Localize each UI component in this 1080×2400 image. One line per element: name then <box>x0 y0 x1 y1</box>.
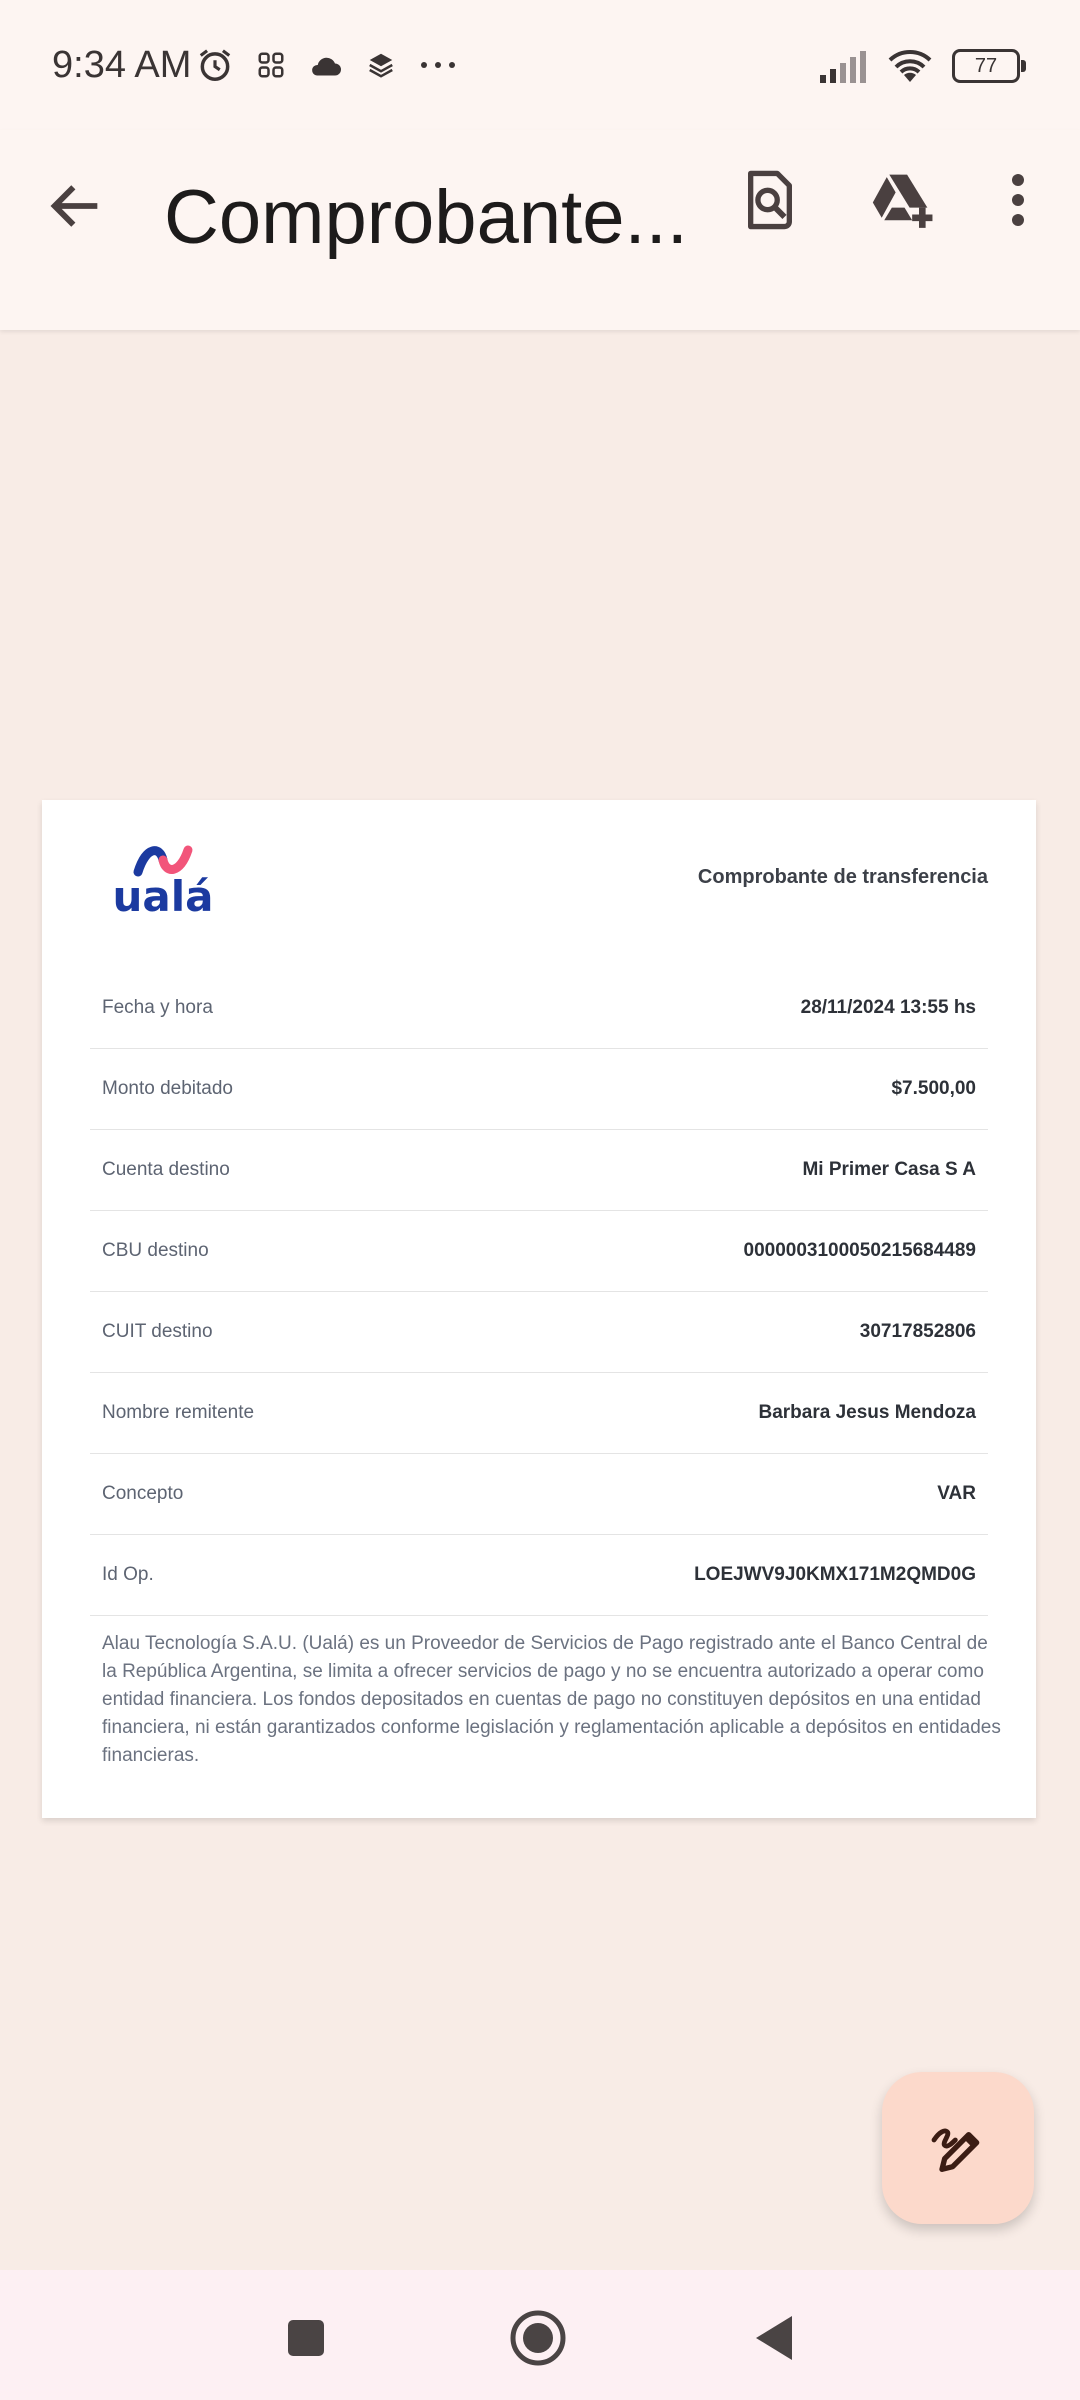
legal-disclaimer: Alau Tecnología S.A.U. (Ualá) es un Prov… <box>102 1633 1001 1766</box>
detail-label: Concepto <box>102 1483 184 1504</box>
cloud-icon <box>312 57 341 76</box>
detail-label: Cuenta destino <box>102 1159 230 1180</box>
detail-value: Barbara Jesus Mendoza <box>758 1402 976 1423</box>
back-button[interactable] <box>44 174 108 238</box>
status-time: 9:34 AM <box>52 44 192 86</box>
more-vert-icon <box>1012 174 1024 226</box>
detail-value: LOEJWV9J0KMX171M2QMD0G <box>694 1564 976 1585</box>
home-button[interactable] <box>508 2308 568 2368</box>
recents-square-icon <box>288 2320 324 2356</box>
more-options-button[interactable] <box>978 160 1058 240</box>
logo-wordmark: ualá <box>112 872 214 921</box>
detail-value: 0000003100050215684489 <box>743 1240 976 1261</box>
document-page: ualá Comprobante de transferencia Fecha … <box>42 800 1036 1818</box>
home-circle-icon <box>510 2310 566 2366</box>
document-search-icon <box>748 170 792 230</box>
detail-value: 30717852806 <box>859 1321 976 1342</box>
page-title: Comprobante... <box>164 175 684 260</box>
detail-label: Id Op. <box>102 1564 154 1585</box>
detail-row-monto: Monto debitado $7.500,00 <box>90 1049 988 1130</box>
detail-row-idop: Id Op. LOEJWV9J0KMX171M2QMD0G <box>90 1535 988 1616</box>
drive-add-icon <box>872 174 933 228</box>
annotate-fab[interactable] <box>882 2072 1034 2224</box>
back-triangle-icon <box>756 2316 792 2360</box>
detail-row-cuit: CUIT destino 30717852806 <box>90 1292 988 1373</box>
detail-label: Nombre remitente <box>102 1402 255 1423</box>
back-nav-button[interactable] <box>744 2308 804 2368</box>
transfer-details: Fecha y hora 28/11/2024 13:55 hs Monto d… <box>90 968 988 1616</box>
wifi-icon <box>888 50 932 82</box>
add-to-drive-button[interactable] <box>862 160 942 240</box>
detail-label: CBU destino <box>102 1240 209 1261</box>
document-title: Comprobante de transferencia <box>697 866 988 888</box>
detail-row-concepto: Concepto VAR <box>90 1454 988 1535</box>
recents-button[interactable] <box>276 2308 336 2368</box>
status-bar: 9:34 AM 77 <box>0 0 1080 130</box>
apps-icon <box>258 52 284 78</box>
detail-value: VAR <box>937 1483 976 1504</box>
detail-label: Monto debitado <box>102 1078 233 1099</box>
signal-icon <box>820 51 866 83</box>
detail-row-cbu: CBU destino 0000003100050215684489 <box>90 1211 988 1292</box>
alarm-icon <box>199 49 231 81</box>
layers-icon <box>369 53 393 78</box>
detail-value: 28/11/2024 13:55 hs <box>800 997 976 1018</box>
detail-row-fecha: Fecha y hora 28/11/2024 13:55 hs <box>90 968 988 1049</box>
uala-logo: ualá <box>108 842 218 932</box>
app-bar: Comprobante... <box>0 130 1080 330</box>
more-dots-icon <box>421 62 455 68</box>
detail-label: Fecha y hora <box>102 997 213 1018</box>
find-in-document-button[interactable] <box>730 160 810 240</box>
detail-row-remitente: Nombre remitente Barbara Jesus Mendoza <box>90 1373 988 1454</box>
status-notification-icons <box>196 46 458 84</box>
battery-indicator: 77 <box>952 49 1026 83</box>
detail-row-cuenta: Cuenta destino Mi Primer Casa S A <box>90 1130 988 1211</box>
edit-pen-icon <box>931 2128 980 2172</box>
detail-label: CUIT destino <box>102 1321 213 1342</box>
system-nav-bar <box>0 2270 1080 2400</box>
battery-level: 77 <box>974 54 998 77</box>
arrow-back-icon <box>50 185 98 227</box>
status-system-icons: 77 <box>818 48 1026 84</box>
detail-value: $7.500,00 <box>891 1078 976 1099</box>
detail-value: Mi Primer Casa S A <box>802 1159 976 1180</box>
